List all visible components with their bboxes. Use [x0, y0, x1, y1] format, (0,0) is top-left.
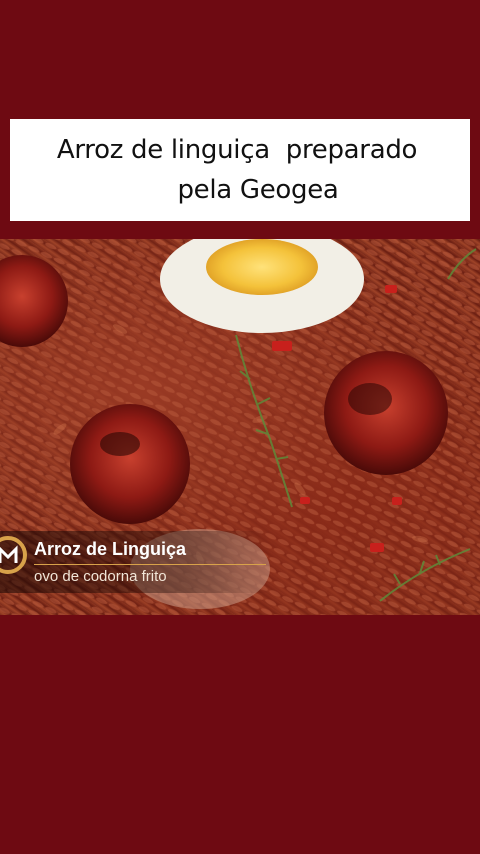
post-title-box: Arroz de linguiça preparado pela Geogea: [10, 119, 470, 221]
video-caption-overlay: Arroz de Linguiça ovo de codorna frito: [0, 531, 270, 593]
tomato-right: [324, 351, 448, 475]
caption-divider: [34, 564, 266, 565]
post-title-line-2: pela Geogea: [177, 175, 339, 205]
caption-title: Arroz de Linguiça: [34, 539, 187, 559]
masterchef-logo-icon: [0, 536, 27, 574]
caption-subtitle: ovo de codorna frito: [34, 568, 167, 585]
tomato-center-left: [70, 404, 190, 524]
post-title-line-1: Arroz de linguiça preparado: [56, 135, 418, 165]
